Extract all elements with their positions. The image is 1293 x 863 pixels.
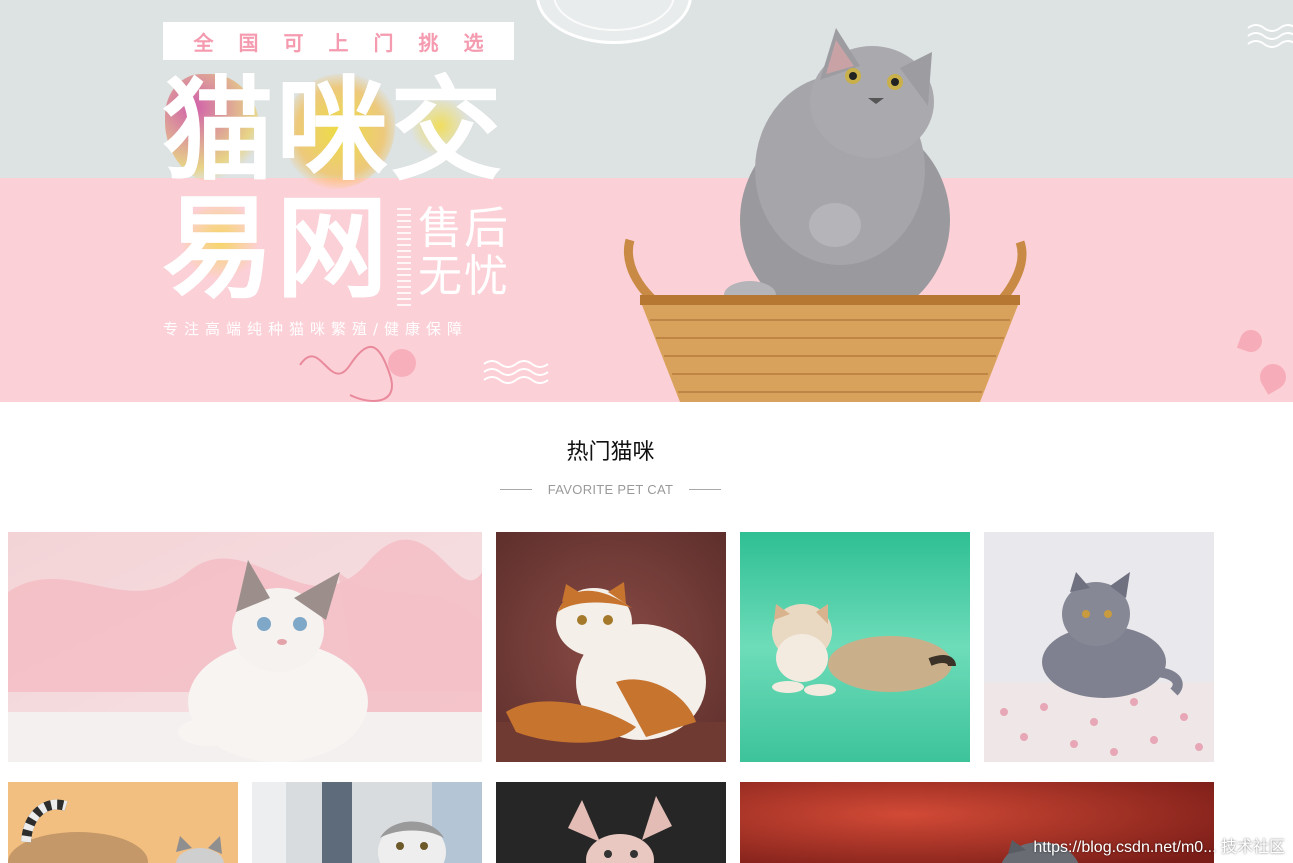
after-sale-line1: 售后 [418, 203, 510, 254]
scottish-fold-kitten-photo[interactable] [252, 782, 482, 863]
ribbon-icon [290, 335, 420, 402]
kitten-in-basket-illustration [610, 20, 1040, 402]
promo-badge-text: 全国可上门挑选 [193, 30, 509, 55]
golden-british-shorthair-photo[interactable] [740, 532, 970, 762]
section-subtitle-row: FAVORITE PET CAT [0, 482, 1221, 497]
tabby-kitten-photo[interactable] [8, 782, 238, 863]
after-sale-tag: 售后 无忧 [418, 205, 510, 301]
section-title: 热门猫咪 [566, 440, 655, 465]
section-subtitle: FAVORITE PET CAT [547, 482, 674, 497]
promo-badge: 全国可上门挑选 [163, 22, 514, 60]
orange-white-exotic-cat-photo[interactable] [496, 532, 726, 762]
grey-british-shorthair-photo[interactable] [984, 532, 1214, 762]
subtitle-divider-left [499, 489, 532, 490]
hero-banner[interactable]: 全国可上门挑选 猫咪交 易网 售后 无忧 专注高端纯种猫咪繁殖/健康保障 [0, 0, 1293, 402]
sphynx-kitten-photo[interactable] [496, 782, 726, 863]
watermark: https://blog.csdn.net/m0... 技术社区 [1033, 839, 1285, 856]
wave-decoration-icon [1246, 20, 1293, 50]
wave-decoration-icon [482, 356, 554, 386]
banner-title-line1: 猫咪交 [162, 66, 504, 196]
subtitle-divider-right [689, 489, 722, 490]
after-sale-line2: 无忧 [418, 251, 510, 302]
white-ragdoll-kitten-photo[interactable] [8, 532, 482, 762]
stripe-decoration [397, 208, 411, 308]
